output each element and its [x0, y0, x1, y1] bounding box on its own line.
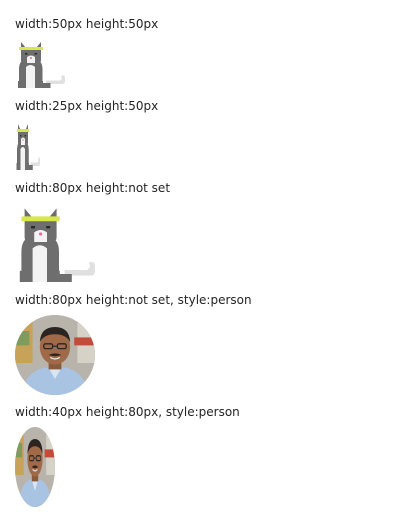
sample-label: width:80px height:not set: [15, 181, 171, 195]
cat-illustration: [15, 38, 65, 88]
cat-illustration: [15, 120, 40, 170]
sample-label: width:40px height:80px, style:person: [15, 405, 240, 419]
sample-label: width:80px height:not set, style:person: [15, 293, 252, 307]
person-photo: [15, 427, 55, 507]
image-samples-panel: width:50px height:50px width:25px height…: [0, 0, 400, 522]
person-photo: [15, 315, 95, 395]
cat-illustration: [15, 202, 95, 282]
sample-label: width:25px height:50px: [15, 99, 159, 113]
sample-label: width:50px height:50px: [15, 17, 159, 31]
